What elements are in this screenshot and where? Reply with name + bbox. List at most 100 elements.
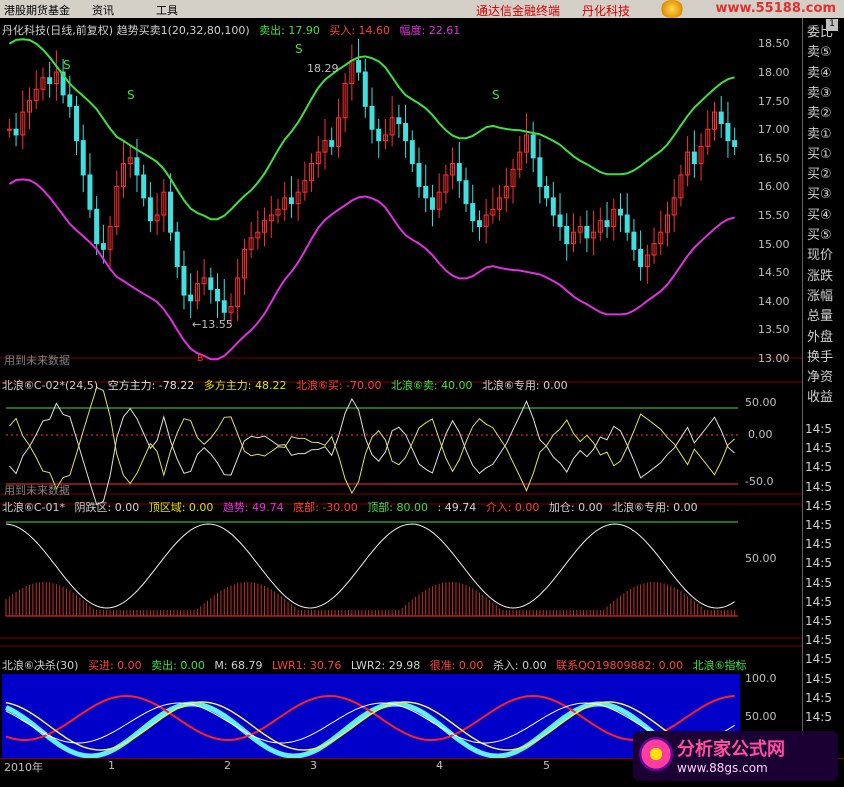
candle-body-62 [423, 185, 429, 199]
menu-item-news[interactable]: 资讯 [92, 2, 114, 18]
sidebar-label-4: 卖② [807, 106, 832, 122]
sidebar-label-10: 买⑤ [807, 228, 832, 243]
panel2-field4: 北浪⑥卖: 40.00 [391, 379, 473, 392]
panel2-future-note: 用到未来数据 [4, 484, 70, 497]
sidebar-label-13: 涨幅 [807, 288, 834, 304]
candle-body-106 [718, 111, 724, 125]
panel3-field9: 北浪⑥专用: 0.00 [612, 501, 698, 514]
candle-body-68 [463, 180, 469, 205]
sidebar-label-5: 卖① [807, 126, 832, 142]
candle-body-67 [456, 163, 462, 182]
panel2-field3: 北浪⑥买: -70.00 [295, 379, 382, 392]
panel3-field3: 趋势: 49.74 [222, 501, 284, 514]
panel2-tick-50: 50.00 [745, 396, 777, 409]
panel1-future-note: 用到未来数据 [4, 354, 70, 367]
sidebar-toggle-button[interactable]: 1 [826, 19, 838, 31]
candle-body-24 [168, 191, 174, 233]
panel4-header: 北浪⑥决杀(30) 买进: 0.00 卖出: 0.00 M: 68.79 LWR… [2, 657, 753, 673]
time-label-year: 2010年 [4, 761, 43, 774]
sidebar-time-7: 14:5 [805, 556, 832, 571]
price-tick-5: 16.00 [758, 180, 790, 194]
candle-body-10 [74, 105, 80, 142]
menu-item-hk-futures[interactable]: 港股期货基金 [4, 2, 70, 18]
candle-body-58 [396, 117, 402, 125]
candle-body-61 [416, 163, 422, 187]
candle-body-13 [94, 208, 100, 245]
sidebar-time-14: 14:5 [805, 690, 832, 705]
candle-body-89 [604, 220, 610, 227]
price-tick-1: 18.00 [758, 66, 790, 80]
sidebar-label-9: 买④ [807, 207, 832, 223]
price-tick-3: 17.00 [758, 123, 790, 137]
panel1-buy: 买入: 14.60 [329, 24, 391, 37]
panel4-field4: LWR1: 30.76 [272, 659, 342, 672]
candle-body-25 [174, 231, 180, 267]
sell-signal-4: S [492, 88, 500, 102]
candle-body-55 [376, 128, 382, 142]
sidebar-time-0: 14:5 [805, 422, 832, 436]
candle-body-54 [369, 105, 375, 130]
sidebar-label-1: 卖⑤ [807, 45, 832, 61]
panel3-field6: : 49.74 [437, 501, 477, 514]
candle-body-83 [564, 225, 570, 245]
panel2-field1: 空方主力: -78.22 [107, 379, 195, 392]
sidebar-label-12: 涨跌 [807, 268, 834, 284]
menu-item-tools[interactable]: 工具 [156, 2, 178, 18]
time-label-may: 5 [543, 759, 550, 772]
sidebar-label-6: 买① [807, 146, 832, 162]
candle-body-91 [617, 208, 623, 216]
sidebar-label-11: 现价 [807, 248, 834, 264]
panel4-field5: LWR2: 29.98 [350, 659, 421, 672]
lower-band-line [8, 178, 735, 361]
panel2-name: 北浪⑥C-02*(24,5) [2, 379, 99, 392]
panel2-header: 北浪⑥C-02*(24,5) 空方主力: -78.22 多方主力: 48.22 … [2, 377, 574, 393]
sidebar-label-7: 买② [807, 167, 832, 183]
price-tick-2: 17.50 [758, 94, 790, 108]
panel4-field9: 北浪⑥指标 [692, 659, 747, 672]
chart-area[interactable]: 丹化科技(日线,前复权) 趋势买卖1(20,32,80,100) 卖出: 17.… [0, 18, 802, 759]
sidebar-time-9: 14:5 [805, 594, 832, 609]
panel3-field7: 介入: 0.00 [485, 501, 540, 514]
price-tick-4: 16.50 [758, 151, 790, 165]
candle-body-9 [67, 94, 73, 107]
panel2-short-line [9, 397, 735, 506]
candle-body-27 [188, 294, 194, 302]
sidebar-label-8: 买③ [807, 187, 832, 203]
panel4-tick-50: 50.00 [745, 710, 777, 723]
brand-terminal: 通达信金融终端 [476, 4, 561, 18]
time-label-jan: 1 [108, 759, 115, 772]
candle-body-93 [631, 231, 637, 250]
price-tick-6: 15.50 [758, 209, 790, 223]
site-logo-icon [660, 0, 684, 18]
watermark-url: www.88gs.com [677, 761, 768, 775]
sidebar-time-6: 14:5 [805, 537, 832, 552]
sidebar-time-5: 14:5 [805, 518, 832, 532]
candle-body-81 [550, 197, 556, 216]
sidebar-time-11: 14:5 [805, 633, 832, 648]
candle-body-26 [181, 265, 187, 296]
sidebar-time-12: 14:5 [805, 652, 832, 667]
candle-body-14 [100, 243, 106, 250]
panel3-field1: 阴跌区: 0.00 [74, 501, 140, 514]
low-price-marker: ←13.55 [192, 318, 233, 331]
site-url: www.55188.com [715, 1, 837, 16]
brand-stock: 丹化科技 [582, 4, 631, 18]
candle-body-0 [6, 128, 12, 131]
panel4-field2: 卖出: 0.00 [151, 659, 205, 672]
sidebar-label-2: 卖④ [807, 65, 832, 81]
sidebar-label-17: 净资 [807, 370, 834, 386]
panel4-field3: M: 68.79 [214, 659, 263, 672]
candle-body-86 [584, 225, 590, 239]
panel3-field8: 加仓: 0.00 [548, 501, 603, 514]
panel3-field2: 顶区域: 0.00 [148, 501, 214, 514]
high-price-marker: 18.29 [307, 62, 339, 75]
panel1-header: 丹化科技(日线,前复权) 趋势买卖1(20,32,80,100) 卖出: 17.… [2, 22, 466, 38]
candle-body-1 [13, 128, 19, 136]
panel2-tick-minus50: -50.0 [745, 475, 774, 488]
panel3-field5: 顶部: 80.00 [367, 501, 428, 514]
sidebar-label-3: 卖③ [807, 85, 832, 101]
buy-signal: B [197, 354, 204, 364]
panel3-header: 北浪⑥C-01* 阴跌区: 0.00 顶区域: 0.00 趋势: 49.74 底… [2, 499, 704, 515]
candle-body-79 [537, 157, 543, 187]
panel4-field8: 联系QQ19809882: 0.00 [556, 659, 684, 672]
